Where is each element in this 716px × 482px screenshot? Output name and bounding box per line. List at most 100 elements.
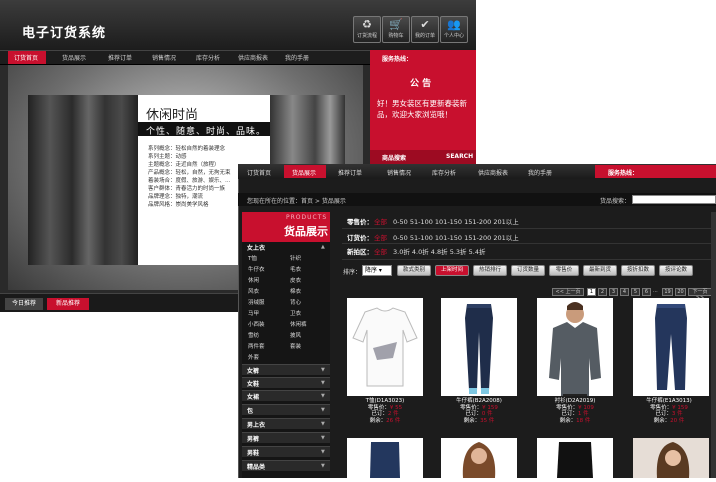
- product-name[interactable]: T恤(D1A3023): [341, 398, 429, 405]
- sort-by-discount-button[interactable]: 按折扣数: [621, 265, 655, 276]
- front-nav-inventory[interactable]: 库存分析: [432, 168, 456, 177]
- product-name[interactable]: 牛仔裤(E1A3013): [625, 398, 713, 405]
- search-input[interactable]: [632, 195, 716, 204]
- cart-button[interactable]: 🛒 购物车: [382, 16, 410, 43]
- back-nav-inventory[interactable]: 库存分析: [196, 53, 220, 62]
- page-3[interactable]: 3: [609, 288, 618, 296]
- product-image-jeans-3[interactable]: [347, 438, 423, 478]
- front-nav-supplier[interactable]: 供应商报表: [478, 168, 508, 177]
- tab-today-recommend[interactable]: 今日推荐: [5, 298, 43, 310]
- subcat-item[interactable]: 雪纺: [248, 331, 259, 339]
- filter-order-all[interactable]: 全部: [374, 232, 387, 242]
- subcat-item[interactable]: 皮衣: [290, 276, 301, 284]
- sidebar-item-women-tops[interactable]: 女上衣: [247, 243, 265, 252]
- back-nav-home[interactable]: 订货首页: [14, 53, 38, 62]
- subcat-item[interactable]: 背心: [290, 298, 301, 306]
- front-nav-products[interactable]: 货品展示: [292, 168, 316, 177]
- profile-button[interactable]: 👥 个人中心: [440, 16, 468, 43]
- scrollbar[interactable]: [711, 212, 716, 478]
- back-nav-sales[interactable]: 销售情况: [152, 53, 176, 62]
- ordered-qty: 2 件: [387, 411, 399, 418]
- breadcrumb: 您现在所在的位置：首页 > 货品展示: [247, 198, 346, 205]
- sort-by-reviews-button[interactable]: 按评论数: [659, 265, 693, 276]
- subcat-item[interactable]: 针织: [290, 254, 301, 262]
- notice-title: 公 告: [410, 79, 432, 89]
- product-name[interactable]: 牛仔裤(B2A2008): [435, 398, 523, 405]
- sort-by-bestseller-button[interactable]: 热销排行: [473, 265, 507, 276]
- product-image-model[interactable]: [441, 438, 517, 478]
- product-name[interactable]: 衬衫(D2A2019): [531, 398, 619, 405]
- search-label: 货品搜索：: [600, 198, 631, 205]
- product-image-tshirt[interactable]: [347, 298, 423, 396]
- subcat-item[interactable]: 毛衣: [290, 265, 301, 273]
- page-1[interactable]: 1: [587, 288, 596, 296]
- filter-new-all[interactable]: 全部: [374, 246, 387, 256]
- sort-by-category-button[interactable]: 款式类别: [397, 265, 431, 276]
- retail-label: 零售价：: [556, 404, 579, 411]
- prev-page-button[interactable]: << 上一页: [552, 288, 584, 296]
- back-nav-products[interactable]: 货品展示: [62, 53, 86, 62]
- subcat-item[interactable]: 卫衣: [290, 309, 301, 317]
- subcat-item[interactable]: 牛仔衣: [248, 265, 265, 273]
- sort-order-select[interactable]: 降序 ▾: [362, 265, 392, 276]
- product-image-black-pants[interactable]: [537, 438, 613, 478]
- subcat-item[interactable]: 马甲: [248, 309, 259, 317]
- next-page-button[interactable]: 下一页 >>: [688, 288, 712, 301]
- sort-by-order-qty-button[interactable]: 订货数量: [511, 265, 545, 276]
- product-image-jeans[interactable]: [441, 298, 517, 396]
- subcat-item[interactable]: 披风: [290, 331, 301, 339]
- sort-label: 排序：: [343, 269, 362, 276]
- page-4[interactable]: 4: [620, 288, 629, 296]
- notice-search-label[interactable]: 商品搜索: [382, 153, 406, 162]
- front-nav-recommended[interactable]: 推荐订单: [338, 168, 362, 177]
- product-info: T恤(D1A3023) 零售价：¥ 55 已订：2 件 剩余：26 件: [341, 398, 429, 424]
- subcat-item[interactable]: 套装: [290, 342, 301, 350]
- front-nav-home[interactable]: 订货首页: [247, 168, 271, 177]
- page-5[interactable]: 5: [631, 288, 640, 296]
- filter-retail-options[interactable]: 0-50 51-100 101-150 151-200 201以上: [393, 216, 519, 226]
- subcat-item[interactable]: 棉衣: [290, 287, 301, 295]
- sidebar-item-label: 包: [247, 408, 254, 415]
- subcat-item[interactable]: 休闲: [248, 276, 259, 284]
- stock-label: 剩余：: [653, 417, 671, 424]
- tab-new-recommend[interactable]: 新品推荐: [47, 298, 89, 310]
- subcat-item[interactable]: 休闲裤: [290, 320, 307, 328]
- notice-search-button[interactable]: SEARCH: [446, 153, 473, 160]
- subcat-item[interactable]: 小西装: [248, 320, 265, 328]
- back-nav-supplier[interactable]: 供应商报表: [238, 53, 268, 62]
- filter-order-options[interactable]: 0-50 51-100 101-150 151-200 201以上: [393, 232, 519, 242]
- sidebar-item-label: 女裙: [247, 394, 260, 401]
- filter-retail-all[interactable]: 全部: [374, 216, 387, 226]
- page-6[interactable]: 6: [642, 288, 651, 296]
- retail-price: ¥ 55: [389, 404, 403, 411]
- subcat-item[interactable]: 外套: [248, 353, 259, 361]
- process-button[interactable]: ♻ 订货流程: [353, 16, 381, 43]
- page-2[interactable]: 2: [598, 288, 607, 296]
- product-image-model-2[interactable]: [633, 438, 709, 478]
- subcat-item[interactable]: 羽绒服: [248, 298, 265, 306]
- collapse-arrow-icon[interactable]: ▲: [321, 244, 325, 250]
- sort-by-listing-time-button[interactable]: 上架时间: [435, 265, 469, 276]
- ordered-qty: 0 件: [481, 411, 493, 418]
- subcat-item[interactable]: 风衣: [248, 287, 259, 295]
- front-nav-manual[interactable]: 我的手册: [528, 168, 552, 177]
- product-image-shirt[interactable]: [537, 298, 613, 396]
- banner-spec: 品牌理念：独特，潮流: [148, 194, 204, 200]
- front-nav-sales[interactable]: 销售情况: [387, 168, 411, 177]
- filter-new-options[interactable]: 3.0折 4.0折 4.8折 5.3折 5.4折: [393, 246, 485, 256]
- my-orders-button[interactable]: ✔ 我的订单: [411, 16, 439, 43]
- page-20[interactable]: 20: [675, 288, 686, 296]
- back-nav-manual[interactable]: 我的手册: [285, 53, 309, 62]
- expand-arrow-icon: ▼: [321, 421, 325, 427]
- subcat-item[interactable]: 两件套: [248, 342, 265, 350]
- retail-label: 零售价：: [650, 404, 673, 411]
- sidebar-item-bags[interactable]: [242, 404, 330, 415]
- product-image-jeans-2[interactable]: [633, 298, 709, 396]
- back-nav-recommended[interactable]: 推荐订单: [108, 53, 132, 62]
- sort-by-newest-button[interactable]: 最新到货: [583, 265, 617, 276]
- sidebar-item-label: 精品类: [247, 464, 266, 471]
- filter-order-label: 订货价：: [347, 234, 373, 242]
- page-19[interactable]: 19: [662, 288, 673, 296]
- sort-by-retail-price-button[interactable]: 零售价: [549, 265, 579, 276]
- subcat-item[interactable]: T恤: [248, 254, 257, 262]
